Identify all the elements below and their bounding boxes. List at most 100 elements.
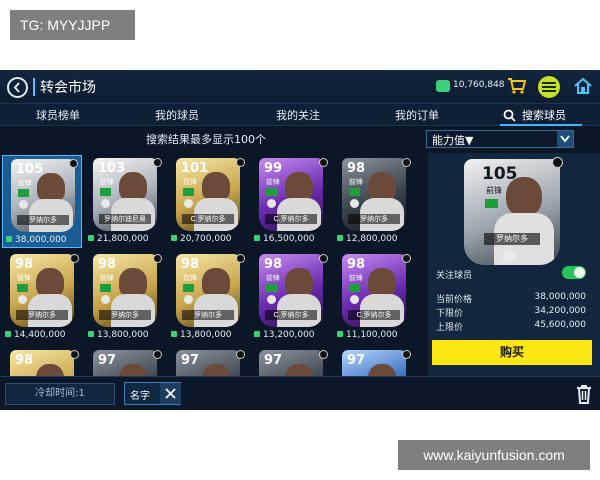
card-position: 前锋 (100, 274, 114, 282)
coin-icon (88, 331, 94, 337)
card-player-name: C.罗纳尔多 (348, 310, 400, 320)
back-button[interactable] (7, 77, 28, 98)
tab-my-orders[interactable]: 我的订单 (395, 107, 439, 123)
star-icon (153, 158, 162, 167)
flag-icon (100, 188, 111, 196)
detail-rating: 105 (482, 164, 518, 184)
player-card-grid: 105 前锋 罗纳尔多 38,000,000 103 前锋 罗纳尔迪尼奥 21,800,000… (2, 153, 422, 378)
card-position: 前锋 (266, 274, 280, 282)
card-rating: 101 (181, 161, 209, 176)
club-badge-icon (101, 295, 110, 304)
min-price-label: 下限价 (436, 309, 464, 319)
coin-balance: 10,760,848 (453, 80, 505, 90)
card-price-value: 13,800,000 (97, 330, 149, 340)
flag-icon (485, 199, 498, 208)
tab-player-rankings[interactable]: 球员榜单 (36, 107, 80, 123)
cooldown-timer: 冷却时间:1 (5, 383, 115, 405)
results-info-bar: 搜索结果最多显示100个 能力值▼ (0, 127, 600, 151)
card-player-name: 罗纳尔多 (348, 214, 400, 224)
card-player-name: C.罗纳尔多 (265, 214, 317, 224)
card-price: 14,400,000 (5, 330, 66, 340)
player-card-art: 98 (10, 350, 74, 378)
close-icon[interactable] (160, 383, 181, 404)
player-card[interactable]: 98 前锋 C.罗纳尔多 13,200,000 (251, 251, 331, 344)
club-badge-icon (184, 199, 193, 208)
trash-icon[interactable] (576, 384, 592, 408)
tab-my-players[interactable]: 我的球员 (155, 107, 199, 123)
club-badge-icon (18, 295, 27, 304)
bottom-bar: 冷却时间:1 名字 (0, 376, 600, 410)
player-card[interactable]: 101 前锋 C.罗纳尔多 20,700,000 (168, 155, 248, 248)
coin-icon (171, 235, 177, 241)
player-card[interactable]: 98 前锋 罗纳尔多 14,400,000 (2, 251, 82, 344)
player-card[interactable]: 97 (251, 347, 331, 378)
flag-icon (18, 189, 29, 197)
flag-icon (183, 284, 194, 292)
card-price-value: 14,400,000 (14, 330, 66, 340)
card-position: 前锋 (18, 179, 32, 187)
card-rating: 98 (347, 257, 366, 272)
card-price-value: 12,800,000 (346, 234, 398, 244)
card-rating: 97 (347, 353, 366, 368)
player-card[interactable]: 98 前锋 罗纳尔多 13,800,000 (85, 251, 165, 344)
tab-search-players[interactable]: 搜索球员 (500, 104, 582, 126)
player-card[interactable]: 98 前锋 罗纳尔多 13,800,000 (168, 251, 248, 344)
player-card[interactable]: 99 前锋 C.罗纳尔多 16,500,000 (251, 155, 331, 248)
card-price-value: 13,800,000 (180, 330, 232, 340)
club-badge-icon (19, 200, 28, 209)
player-card[interactable]: 103 前锋 罗纳尔迪尼奥 21,800,000 (85, 155, 165, 248)
star-icon (402, 350, 411, 359)
card-price: 20,700,000 (171, 234, 232, 244)
player-card[interactable]: 98 (2, 347, 82, 378)
player-card[interactable]: 97 (85, 347, 165, 378)
player-card[interactable]: 97 (334, 347, 414, 378)
card-price: 13,800,000 (171, 330, 232, 340)
buy-button[interactable]: 购买 (432, 340, 592, 365)
club-badge-icon (184, 295, 193, 304)
flag-icon (17, 284, 28, 292)
filter-chip-name[interactable]: 名字 (124, 382, 181, 405)
max-price-label: 上限价 (436, 323, 464, 333)
card-price: 11,100,000 (337, 330, 398, 340)
filter-chip-label: 名字 (130, 391, 150, 402)
card-player-name: C.罗纳尔多 (182, 214, 234, 224)
player-card[interactable]: 98 前锋 罗纳尔多 12,800,000 (334, 155, 414, 248)
card-rating: 105 (16, 162, 44, 177)
star-icon (402, 254, 411, 263)
min-price-value: 34,200,000 (534, 306, 586, 316)
coin-icon (5, 331, 11, 337)
ball-icon (502, 249, 516, 263)
card-price-value: 13,200,000 (263, 330, 315, 340)
sort-dropdown-label: 能力值▼ (432, 134, 474, 147)
star-icon (236, 158, 245, 167)
coin-icon (337, 331, 343, 337)
card-rating: 97 (264, 353, 283, 368)
player-card-art: 97 (259, 350, 323, 378)
card-player-name: 罗纳尔迪尼奥 (99, 214, 151, 224)
player-card[interactable]: 105 前锋 罗纳尔多 38,000,000 (2, 155, 82, 248)
home-icon[interactable] (573, 76, 593, 100)
watermark-top: TG: MYYJJPP (10, 10, 135, 40)
player-card[interactable]: 98 前锋 C.罗纳尔多 11,100,000 (334, 251, 414, 344)
flag-icon (100, 284, 111, 292)
sort-dropdown[interactable]: 能力值▼ (426, 130, 574, 148)
player-card[interactable]: 97 (168, 347, 248, 378)
tab-my-watchlist[interactable]: 我的关注 (276, 107, 320, 123)
card-price: 13,800,000 (88, 330, 149, 340)
club-badge-icon (350, 199, 359, 208)
flag-icon (349, 284, 360, 292)
player-card-art: 97 (93, 350, 157, 378)
sbc-icon[interactable] (538, 76, 560, 98)
star-icon (236, 350, 245, 359)
card-rating: 99 (264, 161, 283, 176)
card-position: 前锋 (183, 274, 197, 282)
follow-player-toggle[interactable] (562, 266, 586, 279)
back-icon (13, 82, 20, 93)
cart-icon[interactable] (507, 77, 527, 99)
toggle-knob (574, 267, 585, 278)
coin-icon (254, 331, 260, 337)
current-price-value: 38,000,000 (534, 292, 586, 302)
card-position: 前锋 (349, 178, 363, 186)
card-rating: 98 (15, 353, 34, 368)
coin-icon (436, 80, 450, 92)
